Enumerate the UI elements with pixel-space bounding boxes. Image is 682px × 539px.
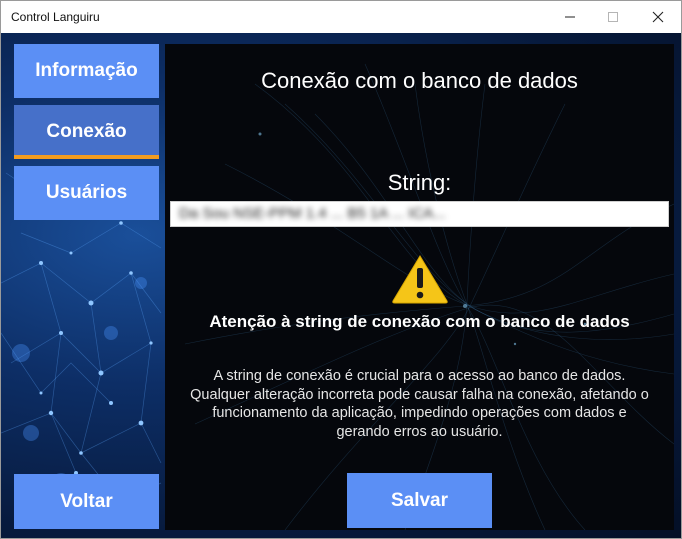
warning-icon: [392, 255, 448, 304]
warning-body-line: funcionamento da aplicação, impedindo op…: [212, 405, 627, 421]
warning-body: A string de conexão é crucial para o ace…: [165, 367, 674, 441]
sidebar-item-informacao[interactable]: Informação: [14, 44, 159, 98]
client-area: Informação Conexão Usuários Voltar Conex…: [1, 33, 681, 538]
minimize-button[interactable]: [547, 1, 593, 33]
close-button[interactable]: [635, 1, 681, 33]
sidebar-item-usuarios[interactable]: Usuários: [14, 166, 159, 220]
page-title: Conexão com o banco de dados: [261, 68, 578, 93]
connection-panel: Conexão com o banco de dados String: Da …: [165, 44, 674, 530]
maximize-button[interactable]: [590, 1, 636, 33]
back-button[interactable]: Voltar: [14, 474, 159, 529]
warning-heading: Atenção à string de conexão com o banco …: [209, 312, 630, 331]
string-label: String:: [387, 170, 452, 195]
title-bar[interactable]: Control Languiru: [1, 1, 681, 33]
close-icon: [652, 11, 664, 23]
connection-string-input[interactable]: Da Sou NSE-PPM 1.4 ... B5 1A ... ICA...: [170, 201, 669, 227]
maximize-icon: [608, 12, 618, 22]
warning-body-line: A string de conexão é crucial para o ace…: [213, 368, 626, 384]
minimize-icon: [565, 16, 575, 18]
warning-body-line: gerando erros ao usuário.: [336, 423, 503, 440]
window-title: Control Languiru: [11, 10, 100, 24]
sidebar-item-conexao[interactable]: Conexão: [14, 105, 159, 159]
warning-body-line: Qualquer alteração incorreta pode causar…: [190, 386, 649, 403]
selected-tab-indicator: [14, 155, 159, 159]
save-button[interactable]: Salvar: [347, 473, 492, 528]
app-window: Control Languiru Informação Conexão Usuá…: [0, 0, 682, 539]
connection-string-value: Da Sou NSE-PPM 1.4 ... B5 1A ... ICA...: [179, 205, 446, 222]
